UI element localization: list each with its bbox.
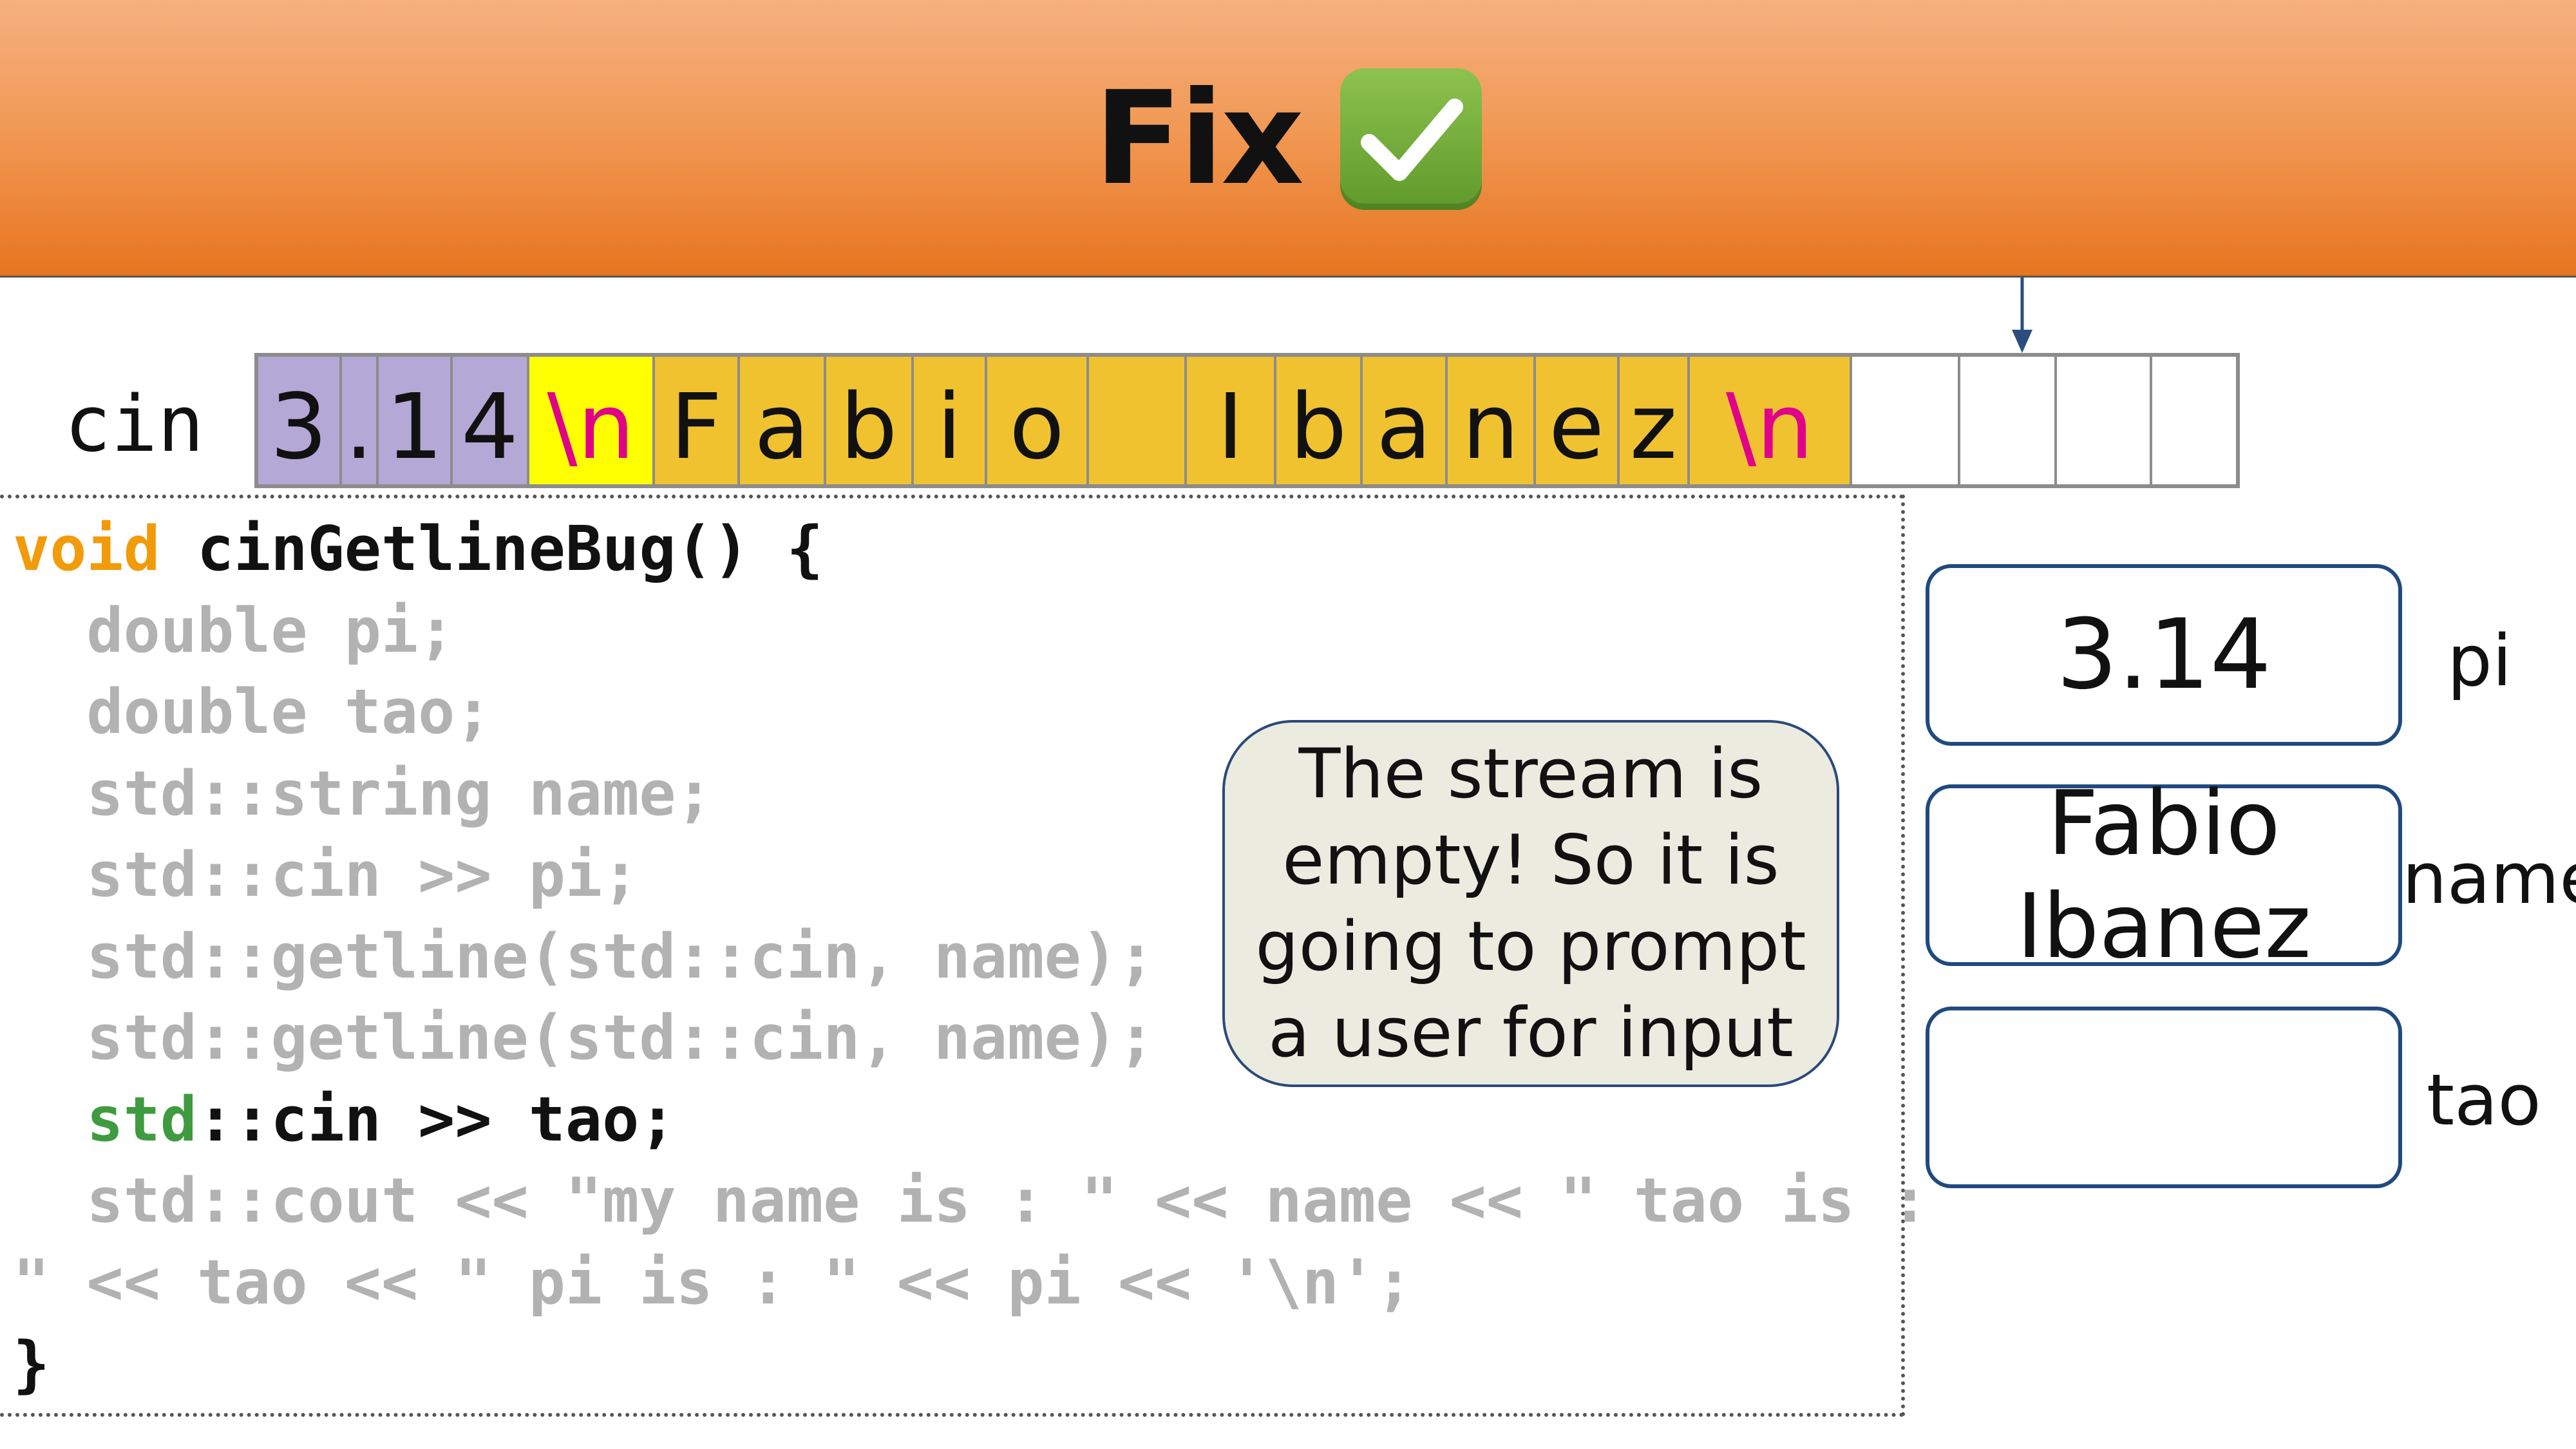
stream-empty-cell	[1852, 357, 1960, 484]
stream-char-cell: 3	[258, 357, 342, 484]
stream-char-cell: .	[342, 357, 379, 484]
stream-char-cell: n	[1448, 357, 1536, 484]
stream-label: cin	[64, 380, 204, 469]
code-text: cinGetlineBug() {	[160, 514, 824, 585]
stream-char-cell: a	[740, 357, 826, 484]
code-line-8: std::cin >> tao;	[13, 1084, 676, 1155]
stream-char-cell: b	[826, 357, 914, 484]
stream-char-cell: 1	[379, 357, 453, 484]
stream-empty-cell	[1960, 357, 2057, 484]
variable-box-name: Fabio Ibanez	[1926, 772, 2402, 978]
code-line-7: std::getline(std::cin, name);	[13, 1003, 1155, 1074]
stream-char-cell: a	[1363, 357, 1448, 484]
stream-char-cell: e	[1536, 357, 1620, 484]
code-line-6: std::getline(std::cin, name);	[13, 922, 1155, 992]
code-line-9: std::cout << "my name is : " << name << …	[13, 1166, 1929, 1236]
stream-char-cell: \n	[1690, 357, 1852, 484]
input-stream-buffer: 3. 1 4 \n Fa b i o Ib a n e z \n	[254, 353, 2240, 488]
stream-char-cell: o	[987, 357, 1089, 484]
stream-char-cell: b	[1276, 357, 1363, 484]
stream-char-cell: i	[914, 357, 987, 484]
variable-label-tao: tao	[2427, 1059, 2541, 1141]
stream-char-cell: z	[1620, 357, 1690, 484]
code-keyword: void	[13, 514, 160, 585]
callout-note: The stream is empty! So it is going to p…	[1222, 720, 1839, 1087]
stream-empty-cell	[1089, 357, 1187, 484]
stream-char-cell: \n	[529, 357, 655, 484]
stream-empty-cell	[2152, 357, 2236, 484]
code-line-2: double pi;	[13, 596, 455, 667]
stream-char-cell: I	[1187, 357, 1276, 484]
code-namespace: std	[86, 1084, 197, 1155]
code-line-10: " << tao << " pi is : " << pi << '\n';	[13, 1247, 1413, 1318]
variable-label-pi: pi	[2447, 620, 2512, 702]
variable-box-tao	[1926, 1007, 2402, 1188]
code-line-11: }	[13, 1329, 50, 1400]
variable-box-pi: 3.14	[1926, 564, 2402, 746]
code-line-5: std::cin >> pi;	[13, 840, 639, 911]
stream-char-cell: F	[655, 357, 740, 484]
variable-label-name: name	[2402, 837, 2576, 920]
stream-empty-cell	[2057, 357, 2152, 484]
stream-position-arrow-icon	[2012, 278, 2032, 353]
code-text: ::cin >> tao;	[196, 1084, 676, 1155]
stream-char-cell: 4	[453, 357, 529, 484]
code-line-4: std::string name;	[13, 759, 713, 829]
code-line-1: void cinGetlineBug() {	[13, 514, 823, 585]
code-line-3: double tao;	[13, 677, 492, 748]
